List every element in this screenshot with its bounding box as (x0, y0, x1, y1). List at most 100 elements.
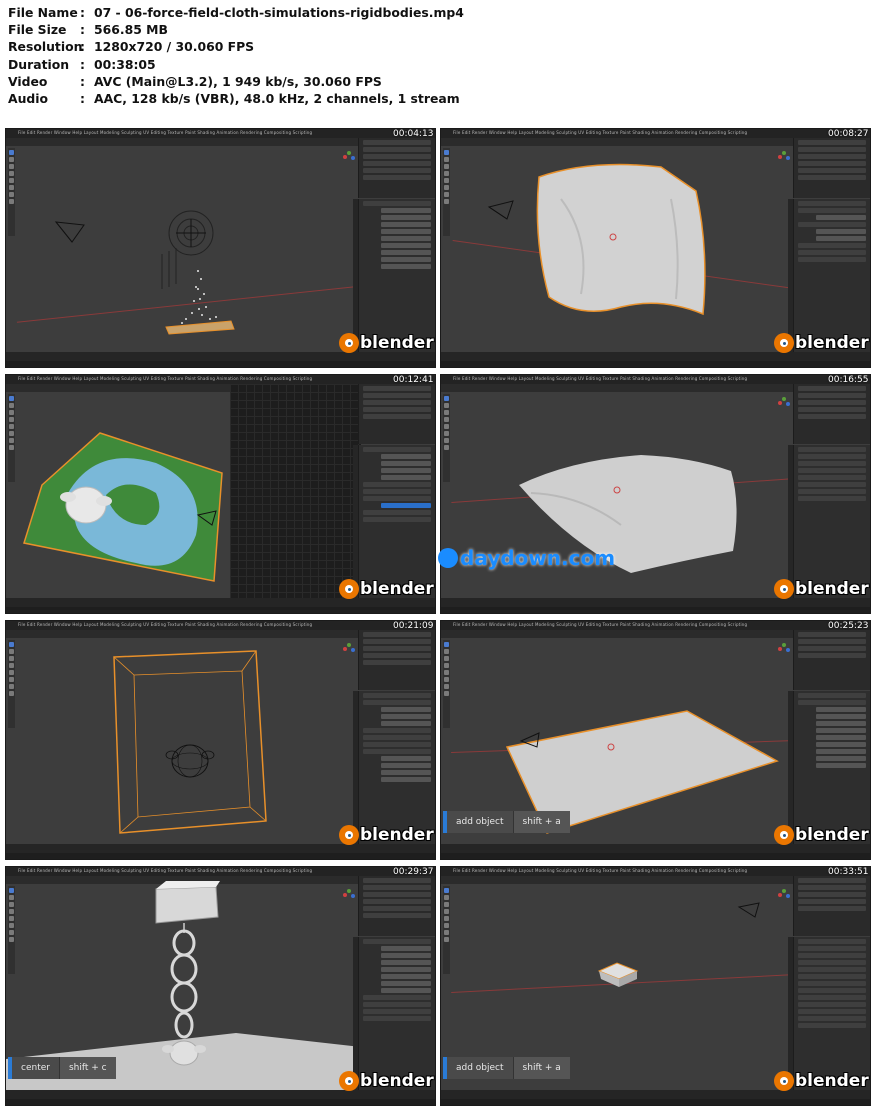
status-bar (6, 853, 435, 859)
properties-panel (793, 445, 870, 598)
video-thumbnail[interactable]: File Edit Render Window Help Layout Mode… (440, 620, 871, 860)
watermark-text: daydown.com (460, 546, 616, 570)
outliner-panel (358, 138, 435, 198)
dynamic-paint-scene (23, 432, 223, 582)
video-value: AVC (Main@L3.2), 1 949 kb/s, 30.060 FPS (94, 73, 382, 89)
properties-panel (793, 691, 870, 844)
properties-panel (793, 199, 870, 352)
shortcut-keys: shift + a (512, 1057, 570, 1079)
properties-panel (358, 691, 435, 844)
outliner-panel (793, 876, 870, 936)
blender-wordmark: blender (360, 825, 434, 845)
blender-logo: blender (774, 578, 869, 600)
separator: : (80, 56, 85, 72)
image-editor-area (230, 384, 361, 598)
timecode: 00:25:23 (828, 621, 869, 631)
shortcut-action: add object (447, 811, 513, 833)
blender-wordmark: blender (360, 1071, 434, 1091)
blender-wordmark: blender (795, 825, 869, 845)
file-info-row: File Size : 566.85 MB (8, 21, 868, 38)
separator: : (80, 39, 85, 55)
blender-logo-icon (339, 825, 359, 845)
video-label: Video (8, 73, 48, 89)
resolution-label: Resolution (8, 39, 83, 55)
timecode: 00:04:13 (393, 129, 434, 139)
status-bar (441, 607, 870, 613)
file-name-label: File Name (8, 5, 78, 21)
shortcut-action: center (12, 1057, 59, 1079)
separator: : (80, 73, 85, 89)
video-thumbnail[interactable]: File Edit Render Window Help Layout Mode… (5, 128, 436, 368)
blender-wordmark: blender (795, 1071, 869, 1091)
timecode: 00:08:27 (828, 129, 869, 139)
file-info-row: File Name : 07 - 06-force-field-cloth-si… (8, 4, 868, 21)
properties-panel (358, 199, 435, 352)
blender-logo: blender (774, 1070, 869, 1092)
shortcut-action: add object (447, 1057, 513, 1079)
outliner-panel (358, 876, 435, 936)
daydown-logo-icon (438, 548, 458, 568)
shortcut-keys: shift + a (512, 811, 570, 833)
properties-panel (358, 937, 435, 1090)
blender-logo: blender (339, 1070, 434, 1092)
timecode: 00:29:37 (393, 867, 434, 877)
blender-logo: blender (339, 824, 434, 846)
timecode: 00:33:51 (828, 867, 869, 877)
video-thumbnail[interactable]: File Edit Render Window Help Layout Mode… (440, 374, 871, 614)
video-thumbnail[interactable]: File Edit Render Window Help Layout Mode… (5, 620, 436, 860)
file-size-label: File Size (8, 22, 67, 38)
shortcut-overlay: add object shift + a (443, 811, 570, 833)
blender-logo-icon (339, 1071, 359, 1091)
watermark: daydown.com (438, 546, 615, 570)
timecode: 00:21:09 (393, 621, 434, 631)
blender-wordmark: blender (360, 333, 434, 353)
separator: : (80, 91, 85, 107)
file-name-value: 07 - 06-force-field-cloth-simulations-ri… (94, 5, 464, 21)
blender-logo: blender (774, 332, 869, 354)
video-thumbnail[interactable]: File Edit Render Window Help Layout Mode… (440, 128, 871, 368)
video-thumbnail[interactable]: File Edit Render Window Help Layout Mode… (5, 866, 436, 1106)
video-thumbnail[interactable]: File Edit Render Window Help Layout Mode… (440, 866, 871, 1106)
timecode: 00:16:55 (828, 375, 869, 385)
file-info: File Name : 07 - 06-force-field-cloth-si… (8, 4, 868, 107)
blender-logo: blender (339, 578, 434, 600)
file-info-row: Duration : 00:38:05 (8, 56, 868, 73)
file-info-row: Video : AVC (Main@L3.2), 1 949 kb/s, 30.… (8, 73, 868, 90)
status-bar (6, 1099, 435, 1105)
outliner-panel (793, 138, 870, 198)
blender-logo-icon (774, 333, 794, 353)
status-bar (441, 853, 870, 859)
outliner-panel (793, 384, 870, 444)
blender-wordmark: blender (795, 333, 869, 353)
shortcut-keys: shift + c (58, 1057, 116, 1079)
separator: : (80, 5, 85, 21)
duration-value: 00:38:05 (94, 56, 156, 72)
outliner-panel (793, 630, 870, 690)
file-info-row: Resolution : 1280x720 / 30.060 FPS (8, 38, 868, 55)
blender-logo-icon (774, 825, 794, 845)
status-bar (441, 1099, 870, 1105)
audio-value: AAC, 128 kb/s (VBR), 48.0 kHz, 2 channel… (94, 91, 460, 107)
blender-logo-icon (339, 333, 359, 353)
duration-label: Duration (8, 56, 70, 72)
shortcut-overlay: add object shift + a (443, 1057, 570, 1079)
blender-wordmark: blender (360, 579, 434, 599)
blender-logo-icon (774, 579, 794, 599)
properties-panel (793, 937, 870, 1090)
blender-logo-icon (339, 579, 359, 599)
video-thumbnail[interactable]: File Edit Render Window Help Layout Mode… (5, 374, 436, 614)
outliner-panel (358, 630, 435, 690)
shortcut-overlay: center shift + c (8, 1057, 116, 1079)
file-info-row: Audio : AAC, 128 kb/s (VBR), 48.0 kHz, 2… (8, 90, 868, 107)
separator: : (80, 22, 85, 38)
status-bar (6, 361, 435, 367)
file-size-value: 566.85 MB (94, 22, 168, 38)
resolution-value: 1280x720 / 30.060 FPS (94, 39, 255, 55)
status-bar (6, 607, 435, 613)
blender-wordmark: blender (795, 579, 869, 599)
blender-logo: blender (774, 824, 869, 846)
blender-logo-icon (774, 1071, 794, 1091)
blender-logo: blender (339, 332, 434, 354)
audio-label: Audio (8, 91, 49, 107)
status-bar (441, 361, 870, 367)
